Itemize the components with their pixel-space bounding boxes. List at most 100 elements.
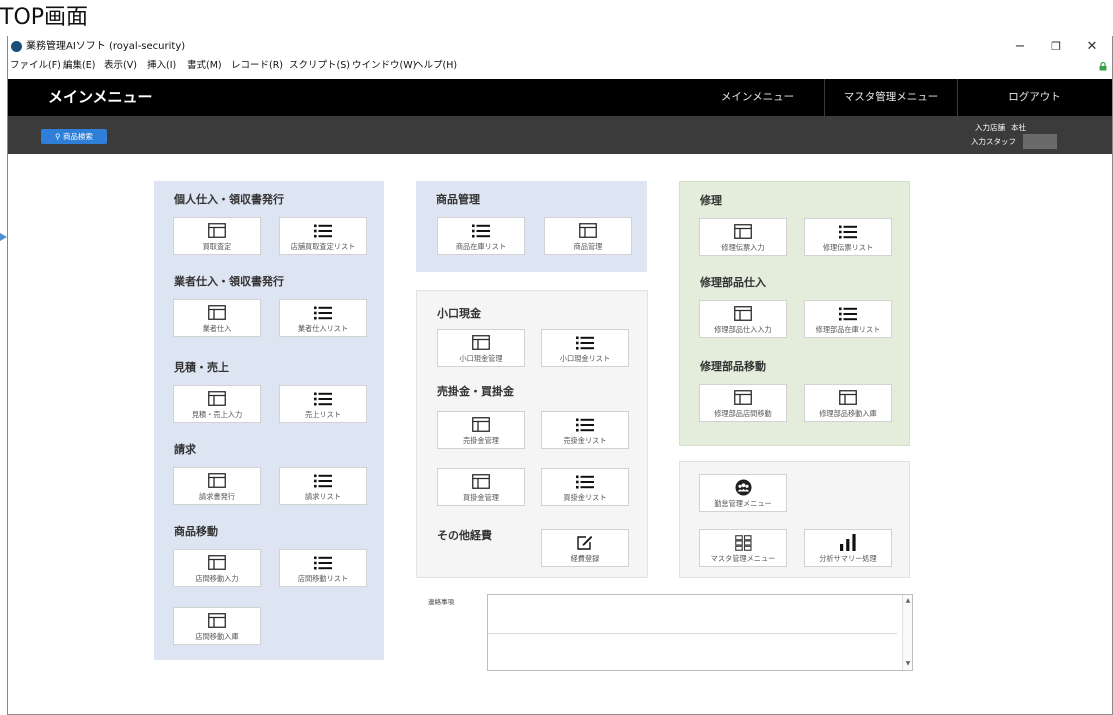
sales-list-button[interactable]: 売上リスト (279, 385, 367, 423)
section-title: 修理部品仕入 (700, 276, 766, 289)
window-icon (734, 223, 752, 240)
section-title: 小口現金 (437, 307, 481, 320)
product-search-button[interactable]: ⚲ 商品検索 (41, 129, 107, 144)
invoice-list-button[interactable]: 請求リスト (279, 467, 367, 505)
menu-insert[interactable]: 挿入(I) (147, 59, 176, 73)
store-transfer-input-button[interactable]: 店間移動入力 (173, 549, 261, 587)
nav-logout[interactable]: ログアウト (957, 79, 1111, 116)
master-menu-button[interactable]: マスタ管理メニュー (699, 529, 787, 567)
window-icon (208, 222, 226, 239)
repair-slip-input-button[interactable]: 修理伝票入力 (699, 218, 787, 256)
menu-bar: ファイル(F) 編集(E) 表示(V) 挿入(I) 書式(M) レコード(R) … (8, 58, 1112, 74)
repair-parts-receive-button[interactable]: 修理部品移動入庫 (804, 384, 892, 422)
menu-script[interactable]: スクリプト(S) (289, 59, 350, 73)
menu-record[interactable]: レコード(R) (231, 59, 283, 73)
list-icon (472, 222, 490, 239)
menu-edit[interactable]: 編集(E) (63, 59, 95, 73)
section-title: 見積・売上 (174, 361, 229, 374)
petty-cash-list-button[interactable]: 小口現金リスト (541, 329, 629, 367)
menu-window[interactable]: ウインドウ(W) (352, 59, 416, 73)
people-icon (735, 479, 752, 496)
menu-help[interactable]: ヘルプ(H) (414, 59, 457, 73)
repair-parts-purchase-input-button[interactable]: 修理部品仕入入力 (699, 300, 787, 338)
invoice-issue-button[interactable]: 請求書発行 (173, 467, 261, 505)
nav-master-menu[interactable]: マスタ管理メニュー (824, 79, 957, 116)
expense-register-button[interactable]: 経費登録 (541, 529, 629, 567)
analysis-summary-button[interactable]: 分析サマリー処理 (804, 529, 892, 567)
attendance-menu-button[interactable]: 勤怠管理メニュー (699, 474, 787, 512)
estimate-sales-input-button[interactable]: 見積・売上入力 (173, 385, 261, 423)
window-icon (208, 304, 226, 321)
window-icon (472, 334, 490, 351)
memo-divider (488, 633, 897, 634)
window-icon (839, 389, 857, 406)
window-icon (734, 305, 752, 322)
list-icon (314, 304, 332, 321)
minimize-button[interactable]: − (1002, 36, 1038, 58)
store-label: 入力店舗 (975, 123, 1005, 132)
app-logo-icon (11, 41, 22, 52)
payable-list-button[interactable]: 買掛金リスト (541, 468, 629, 506)
section-title: 修理部品移動 (700, 360, 766, 373)
store-appraisal-list-button[interactable]: 店舗買取査定リスト (279, 217, 367, 255)
page-caption: TOP画面 (0, 5, 89, 30)
scroll-down-icon[interactable]: ▼ (903, 659, 913, 669)
vendor-purchase-list-button[interactable]: 業者仕入リスト (279, 299, 367, 337)
section-title: 売掛金・買掛金 (437, 385, 514, 398)
memo-scrollbar[interactable]: ▲ ▼ (902, 595, 912, 670)
list-icon (314, 390, 332, 407)
window-icon (579, 222, 597, 239)
memo-label: 連絡事項 (428, 598, 454, 606)
close-button[interactable]: ✕ (1074, 36, 1110, 58)
memo-textarea[interactable]: ▲ ▼ (487, 594, 913, 671)
menu-format[interactable]: 書式(M) (187, 59, 222, 73)
cash-accounts-panel: 小口現金 小口現金管理 小口現金リスト 売掛金・買掛金 売掛金管理 売掛金リスト… (416, 290, 648, 578)
window-title: 業務管理AIソフト (royal-security) (26, 41, 186, 52)
maximize-button[interactable]: ❐ (1038, 36, 1074, 58)
store-value: 本社 (1011, 123, 1026, 132)
receivable-management-button[interactable]: 売掛金管理 (437, 411, 525, 449)
scroll-up-icon[interactable]: ▲ (903, 596, 913, 606)
receivable-list-button[interactable]: 売掛金リスト (541, 411, 629, 449)
petty-cash-management-button[interactable]: 小口現金管理 (437, 329, 525, 367)
window-icon (208, 390, 226, 407)
app-window: 業務管理AIソフト (royal-security) − ❐ ✕ ファイル(F)… (7, 36, 1113, 715)
repair-slip-list-button[interactable]: 修理伝票リスト (804, 218, 892, 256)
store-transfer-receive-button[interactable]: 店間移動入庫 (173, 607, 261, 645)
list-icon (314, 554, 332, 571)
purchase-appraisal-button[interactable]: 買取査定 (173, 217, 261, 255)
grid-icon (734, 534, 752, 551)
section-title: その他経費 (437, 529, 492, 542)
title-bar: 業務管理AIソフト (royal-security) − ❐ ✕ (8, 36, 1112, 58)
vendor-purchase-button[interactable]: 業者仕入 (173, 299, 261, 337)
admin-menu-panel: 勤怠管理メニュー マスタ管理メニュー 分析サマリー処理 (679, 461, 910, 578)
purchase-sales-panel: 個人仕入・領収書発行 買取査定 店舗買取査定リスト 業者仕入・領収書発行 業者仕… (154, 181, 384, 660)
nav-main-menu[interactable]: メインメニュー (691, 79, 824, 116)
section-title: 個人仕入・領収書発行 (174, 193, 284, 206)
product-stock-list-button[interactable]: 商品在庫リスト (437, 217, 525, 255)
repair-parts-transfer-button[interactable]: 修理部品店間移動 (699, 384, 787, 422)
window-icon (208, 554, 226, 571)
search-icon: ⚲ (55, 132, 63, 141)
list-icon (314, 472, 332, 489)
list-icon (839, 223, 857, 240)
product-management-button[interactable]: 商品管理 (544, 217, 632, 255)
section-title: 業者仕入・領収書発行 (174, 275, 284, 288)
list-icon (576, 334, 594, 351)
store-transfer-list-button[interactable]: 店間移動リスト (279, 549, 367, 587)
toolbar: ⚲ 商品検索 入力店舗 本社 入力スタッフ (8, 116, 1112, 154)
app-header: メインメニュー メインメニュー マスタ管理メニュー ログアウト (8, 79, 1112, 116)
product-management-panel: 商品管理 商品在庫リスト 商品管理 (416, 181, 647, 272)
pointer-arrow-icon (0, 233, 7, 241)
section-title: 商品管理 (436, 193, 480, 206)
repair-parts-stock-list-button[interactable]: 修理部品在庫リスト (804, 300, 892, 338)
repair-panel: 修理 修理伝票入力 修理伝票リスト 修理部品仕入 修理部品仕入入力 修理部品在庫… (679, 181, 910, 446)
edit-icon (577, 534, 593, 551)
section-title: 請求 (174, 443, 196, 456)
list-icon (839, 305, 857, 322)
staff-field[interactable] (1023, 134, 1057, 149)
menu-view[interactable]: 表示(V) (104, 59, 137, 73)
bar-chart-icon (839, 534, 857, 551)
payable-management-button[interactable]: 買掛金管理 (437, 468, 525, 506)
menu-file[interactable]: ファイル(F) (10, 59, 61, 73)
